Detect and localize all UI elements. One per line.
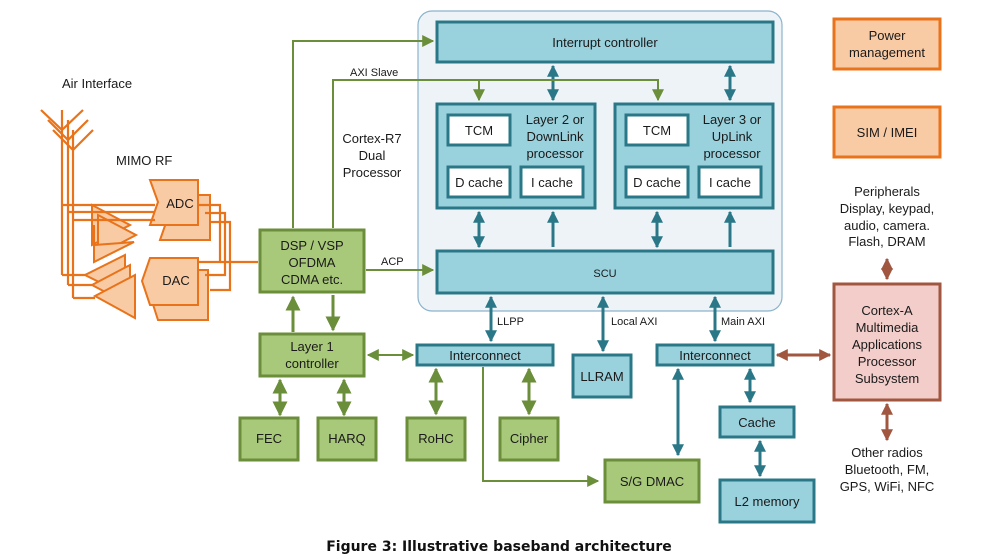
cache-label: Cache [738,415,776,430]
dac-block[interactable] [140,257,209,321]
main-axi-label: Main AXI [721,316,765,328]
layer1-line-1: Layer 1 [290,339,333,354]
layer3-tcm-label: TCM [643,123,671,138]
layer2-title-2: DownLink [526,129,584,144]
dac-amplifiers [82,253,136,320]
sim-imei-label: SIM / IMEI [857,125,918,140]
figure-caption: Figure 3: Illustrative baseband architec… [326,539,672,555]
interconnect-left-label: Interconnect [449,348,521,363]
other-radios-line-3: GPS, WiFi, NFC [840,479,935,494]
power-management-line-2: management [849,45,925,60]
baseband-diagram: Interrupt controller TCM Layer 2 or Down… [40,10,942,555]
cortex-r7-label-1: Cortex-R7 [342,131,401,146]
layer1-line-2: controller [285,356,339,371]
other-radios-line-2: Bluetooth, FM, [845,462,930,477]
power-management-block[interactable] [832,17,942,71]
peripherals-line-2: Display, keypad, [840,201,934,216]
cortex-a-line-4: Processor [858,354,917,369]
peripherals-line-4: Flash, DRAM [848,234,925,249]
layer2-icache-label: I cache [531,175,573,190]
cortex-a-line-1: Cortex-A [861,303,913,318]
acp-label: ACP [381,256,404,268]
layer2-tcm-label: TCM [465,123,493,138]
l2-memory-label: L2 memory [734,494,800,509]
layer3-title-2: UpLink [712,129,753,144]
power-management-line-1: Power [869,28,907,43]
sg-dmac-label: S/G DMAC [620,474,684,489]
mimo-rf-label: MIMO RF [116,153,172,168]
layer2-dcache-label: D cache [455,175,503,190]
other-radios-line-1: Other radios [851,445,923,460]
adc-label: ADC [166,196,193,211]
scu-label: SCU [593,268,616,280]
layer2-title-1: Layer 2 or [526,112,585,127]
cipher-label: Cipher [510,431,549,446]
cortex-a-line-2: Multimedia [856,320,920,335]
axi-slave-label: AXI Slave [350,67,398,79]
dsp-line-3: CDMA etc. [281,272,343,287]
layer3-icache-label: I cache [709,175,751,190]
local-axi-label: Local AXI [611,316,657,328]
cortex-r7-label-2: Dual [359,148,386,163]
layer2-title-3: processor [526,146,584,161]
adc-amplifiers [91,203,139,264]
cortex-r7-label-3: Processor [343,165,402,180]
fec-label: FEC [256,431,282,446]
cortex-a-line-3: Applications [852,337,923,352]
llram-label: LLRAM [580,369,623,384]
layer3-title-1: Layer 3 or [703,112,762,127]
llpp-label: LLPP [497,316,524,328]
rohc-label: RoHC [418,431,453,446]
interconnect-right-label: Interconnect [679,348,751,363]
dac-label: DAC [162,273,189,288]
layer3-dcache-label: D cache [633,175,681,190]
cortex-a-line-5: Subsystem [855,371,919,386]
dsp-line-2: OFDMA [289,255,336,270]
interrupt-controller-label: Interrupt controller [552,35,658,50]
air-interface-label: Air Interface [62,76,132,91]
layer3-title-3: processor [703,146,761,161]
peripherals-line-1: Peripherals [854,184,920,199]
peripherals-line-3: audio, camera. [844,218,930,233]
harq-label: HARQ [328,431,366,446]
dsp-line-1: DSP / VSP [280,238,343,253]
